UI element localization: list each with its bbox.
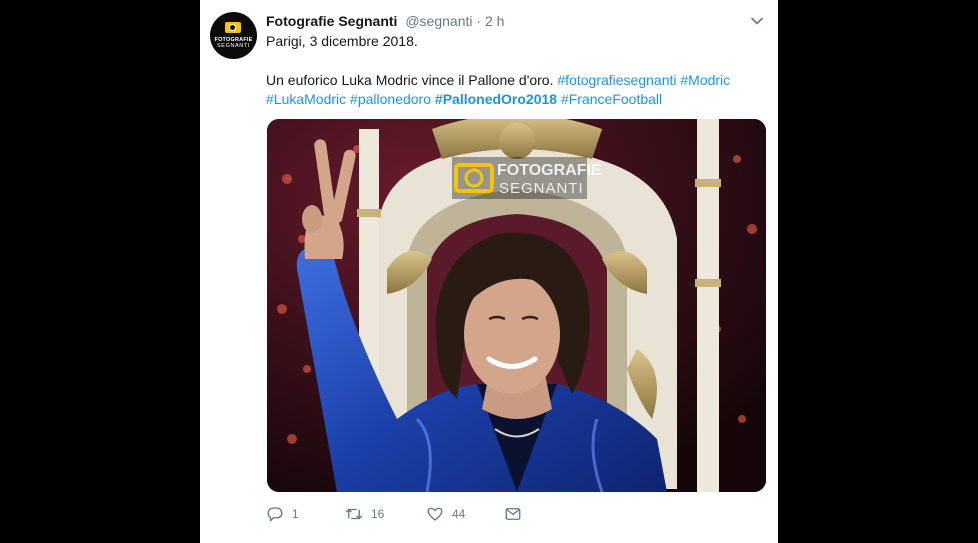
message-icon[interactable]	[504, 505, 522, 523]
tweet-body: Un euforico Luka Modric vince il Pallone…	[266, 72, 554, 88]
retweet-icon[interactable]	[345, 505, 363, 523]
hashtag-francefootball[interactable]: #FranceFootball	[561, 91, 662, 107]
avatar-line2: SEGNANTI	[217, 43, 250, 49]
watermark-line1: FOTOGRAFIE	[497, 162, 602, 179]
camera-icon	[225, 22, 241, 33]
reply-icon[interactable]	[266, 505, 284, 523]
hashtag-fotografiesegnanti[interactable]: #fotografiesegnanti	[557, 72, 676, 88]
like-action[interactable]: 44	[426, 505, 465, 523]
author-handle[interactable]: @segnanti	[405, 13, 472, 29]
photo-illustration: FOTOGRAFIE SEGNANTI	[267, 119, 766, 492]
tweet-text: Parigi, 3 dicembre 2018. Un euforico Luk…	[266, 32, 746, 109]
tweet-time[interactable]: 2 h	[485, 13, 504, 29]
watermark-line2: SEGNANTI	[499, 180, 584, 197]
tweet-text-body: Un euforico Luka Modric vince il Pallone…	[266, 71, 746, 109]
tweet-photo[interactable]: FOTOGRAFIE SEGNANTI	[267, 119, 766, 492]
message-action[interactable]	[504, 505, 522, 523]
tweet-text-line1: Parigi, 3 dicembre 2018.	[266, 33, 418, 49]
hashtag-pallonedoro2018[interactable]: #PallonedOro2018	[435, 91, 557, 107]
avatar[interactable]: FOTOGRAFIE SEGNANTI	[210, 12, 257, 59]
chevron-down-icon[interactable]	[750, 14, 764, 28]
like-count: 44	[452, 507, 466, 521]
retweet-count: 16	[371, 507, 385, 521]
separator: ·	[476, 13, 482, 29]
reply-count: 1	[292, 507, 299, 521]
hashtag-lukamodric[interactable]: #LukaModric	[266, 91, 346, 107]
author-name[interactable]: Fotografie Segnanti	[266, 13, 397, 29]
retweet-action[interactable]: 16	[345, 505, 384, 523]
tweet-card[interactable]: FOTOGRAFIE SEGNANTI Fotografie Segnanti …	[200, 0, 778, 543]
hashtag-modric[interactable]: #Modric	[680, 72, 730, 88]
hashtag-pallonedoro[interactable]: #pallonedoro	[350, 91, 431, 107]
reply-action[interactable]: 1	[266, 505, 299, 523]
like-icon[interactable]	[426, 505, 444, 523]
tweet-header: Fotografie Segnanti @segnanti · 2 h	[266, 12, 504, 30]
